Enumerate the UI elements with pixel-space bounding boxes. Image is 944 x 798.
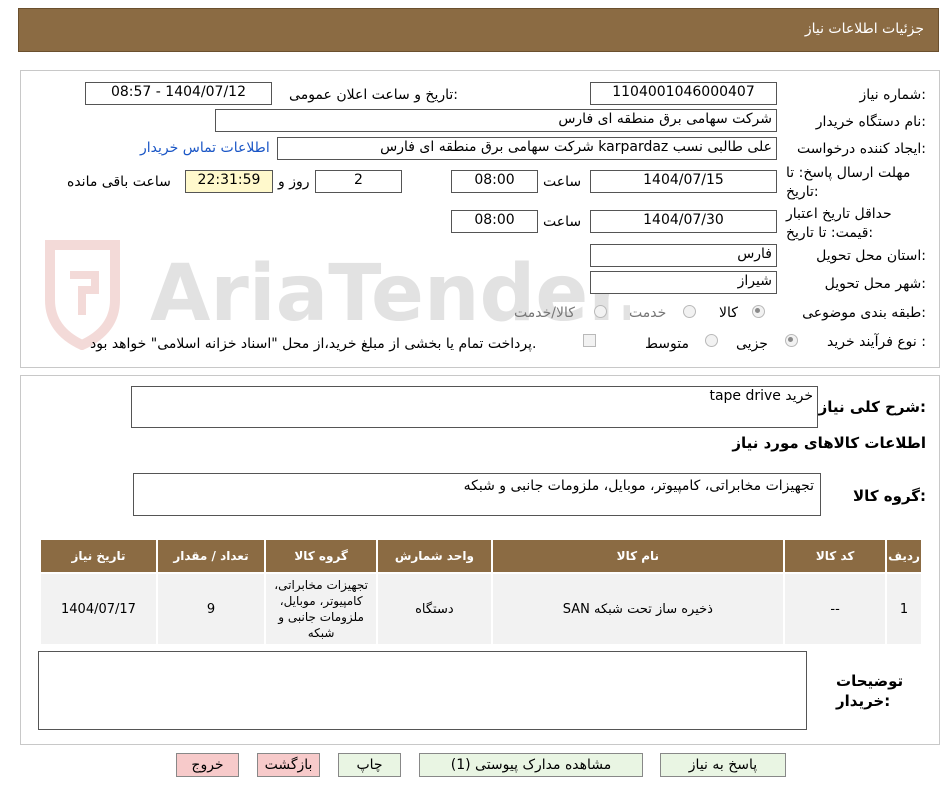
category-radio-goods[interactable] [752,305,765,318]
city-label: شهر محل تحویل: [824,276,926,292]
goods-info-title: اطلاعات کالاهای مورد نیاز [732,434,926,452]
deadline-time-field: 08:00 [451,170,538,193]
category-option-service: خدمت [629,305,667,321]
deadline-time-label: ساعت [543,174,582,190]
th-row: ردیف [885,538,923,574]
payment-note: پرداخت تمام یا بخشی از مبلغ خرید،از محل … [90,336,537,352]
days-label: روز و [278,174,310,190]
th-group: گروه کالا [263,538,379,574]
creator-field: علی طالبی نسب karpardaz شرکت سهامی برق م… [277,137,777,160]
summary-textarea[interactable]: خرید tape drive [131,386,818,428]
process-option-medium: متوسط [645,336,689,352]
cell-row: 1 [885,572,923,646]
category-option-goods-service: کالا/خدمت [514,305,575,321]
goods-table: ردیف کد کالا نام کالا واحد شمارش گروه کا… [39,538,923,646]
validity-label: حداقل تاریخ اعتبار قیمت: تا تاریخ: [786,206,892,241]
creator-label: ایجاد کننده درخواست: [797,141,926,157]
process-label: نوع فرآیند خرید : [827,334,926,350]
summary-label: شرح کلی نیاز: [818,398,926,416]
province-field: فارس [590,244,777,267]
print-button[interactable]: چاپ [338,753,401,777]
remaining-time-field: 22:31:59 [185,170,273,193]
buyer-notes-textarea[interactable] [38,651,807,730]
validity-time-field: 08:00 [451,210,538,233]
cell-qty: 9 [155,572,266,646]
cell-date: 1404/07/17 [39,572,158,646]
th-qty: تعداد / مقدار [155,538,266,574]
need-number-label: شماره نیاز: [859,87,926,103]
process-radio-minor[interactable] [785,334,798,347]
days-field: 2 [315,170,402,193]
process-radio-medium[interactable] [705,334,718,347]
cell-code: -- [783,572,888,646]
validity-time-label: ساعت [543,214,582,230]
group-label: گروه کالا: [853,487,926,505]
buyer-notes-label: توضیحات خریدار: [836,672,904,710]
category-label: طبقه بندی موضوعی: [802,305,926,321]
deadline-date-field: 1404/07/15 [590,170,777,193]
back-button[interactable]: بازگشت [257,753,320,777]
buyer-contact-link[interactable]: اطلاعات تماس خریدار [140,140,270,156]
treasury-checkbox[interactable] [583,334,596,347]
need-number-field: 1104001046000407 [590,82,777,105]
reply-button[interactable]: پاسخ به نیاز [660,753,786,777]
deadline-label: مهلت ارسال پاسخ: تا تاریخ: [786,165,911,200]
remaining-label: ساعت باقی مانده [67,174,171,190]
cell-name: ذخیره ساز تحت شبکه SAN [490,572,786,646]
announce-label: تاریخ و ساعت اعلان عمومی: [289,87,458,103]
th-date: تاریخ نیاز [39,538,158,574]
buyer-org-label: نام دستگاه خریدار: [815,114,926,130]
page-title: جزئیات اطلاعات نیاز [804,21,924,37]
th-code: کد کالا [783,538,888,574]
announce-field: 1404/07/12 - 08:57 [85,82,272,105]
attachments-button[interactable]: مشاهده مدارک پیوستی (1) [419,753,643,777]
table-row: 1 -- ذخیره ساز تحت شبکه SAN دستگاه تجهیز… [39,572,923,646]
page-header: جزئیات اطلاعات نیاز [18,8,939,52]
process-option-minor: جزیی [736,336,768,352]
city-field: شیراز [590,271,777,294]
th-name: نام کالا [490,538,786,574]
group-textarea[interactable]: تجهیزات مخابراتی، کامپیوتر، موبایل، ملزو… [133,473,821,516]
cell-group: تجهیزات مخابراتی، کامپیوتر، موبایل، ملزو… [263,572,379,646]
province-label: استان محل تحویل: [816,248,926,264]
th-unit: واحد شمارش [376,538,493,574]
category-radio-goods-service[interactable] [594,305,607,318]
category-option-goods: کالا [719,305,738,321]
cell-unit: دستگاه [376,572,493,646]
category-radio-service[interactable] [683,305,696,318]
validity-date-field: 1404/07/30 [590,210,777,233]
table-header-row: ردیف کد کالا نام کالا واحد شمارش گروه کا… [39,538,923,574]
exit-button[interactable]: خروج [176,753,239,777]
buyer-org-field: شرکت سهامی برق منطقه ای فارس [215,109,777,132]
